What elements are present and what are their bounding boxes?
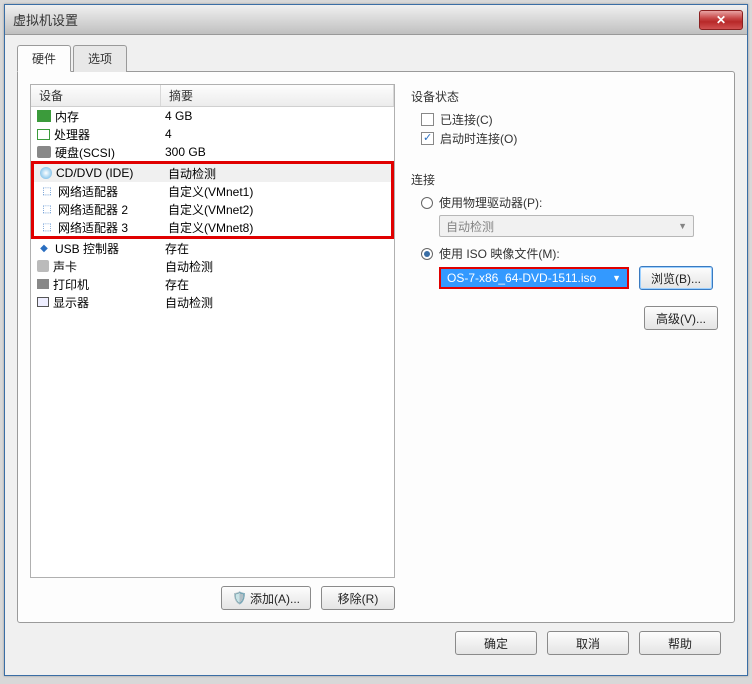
advanced-row: 高级(V)...	[411, 306, 718, 330]
device-name: 网络适配器 3	[58, 219, 128, 236]
connect-on-power-row[interactable]: 启动时连接(O)	[421, 130, 722, 147]
ic-net-icon: ⬚	[40, 221, 54, 233]
device-name: 打印机	[53, 276, 89, 293]
cancel-button[interactable]: 取消	[547, 631, 629, 655]
device-summary: 自动检测	[161, 258, 394, 275]
device-summary: 自定义(VMnet8)	[164, 219, 391, 236]
connect-on-power-label: 启动时连接(O)	[440, 130, 517, 147]
device-summary: 自动检测	[164, 165, 391, 182]
device-row[interactable]: ⬚ 网络适配器 3 自定义(VMnet8)	[34, 218, 391, 236]
physical-drive-value: 自动检测	[446, 218, 494, 235]
list-header: 设备 摘要	[31, 85, 394, 107]
tab-options[interactable]: 选项	[73, 45, 127, 72]
ic-mem-icon	[37, 110, 51, 122]
remove-button[interactable]: 移除(R)	[321, 586, 395, 610]
device-status-title: 设备状态	[411, 88, 722, 105]
close-button[interactable]: ✕	[699, 10, 743, 30]
device-summary: 存在	[161, 240, 394, 257]
ic-net-icon: ⬚	[40, 203, 54, 215]
device-name: 显示器	[53, 294, 89, 311]
device-name: USB 控制器	[55, 240, 119, 257]
title-bar[interactable]: 虚拟机设置 ✕	[5, 5, 747, 35]
vm-settings-window: 虚拟机设置 ✕ 硬件 选项 设备 摘要 内存 4 GB 处理器 4 硬盘(SCSI) 30…	[4, 4, 748, 676]
device-name: 硬盘(SCSI)	[55, 144, 115, 161]
use-iso-radio[interactable]	[421, 248, 433, 260]
rows-container: 内存 4 GB 处理器 4 硬盘(SCSI) 300 GB CD/DVD (IDE) 自动检测…	[31, 107, 394, 311]
device-summary: 自动检测	[161, 294, 394, 311]
advanced-button[interactable]: 高级(V)...	[644, 306, 718, 330]
device-row[interactable]: 处理器 4	[31, 125, 394, 143]
device-summary: 300 GB	[161, 145, 394, 159]
add-label: 添加(A)...	[250, 590, 300, 607]
use-physical-row[interactable]: 使用物理驱动器(P):	[421, 194, 722, 211]
iso-path-value: OS-7-x86_64-DVD-1511.iso	[447, 271, 596, 285]
tab-hardware[interactable]: 硬件	[17, 45, 71, 72]
highlighted-group: CD/DVD (IDE) 自动检测 ⬚ 网络适配器 自定义(VMnet1) ⬚ 网络适配器 …	[31, 161, 394, 239]
device-name: 网络适配器 2	[58, 201, 128, 218]
device-summary: 存在	[161, 276, 394, 293]
device-row[interactable]: ⬚ 网络适配器 2 自定义(VMnet2)	[34, 200, 391, 218]
ic-cd-icon	[40, 167, 52, 179]
ic-hdd-icon	[37, 146, 51, 158]
device-row[interactable]: 打印机 存在	[31, 275, 394, 293]
device-name: 网络适配器	[58, 183, 118, 200]
close-icon: ✕	[716, 13, 726, 27]
device-row[interactable]: 显示器 自动检测	[31, 293, 394, 311]
ok-button[interactable]: 确定	[455, 631, 537, 655]
ic-disp-icon	[37, 297, 49, 307]
right-column: 设备状态 已连接(C) 启动时连接(O) 连接 使用物理驱动器(P):	[407, 84, 722, 610]
device-row[interactable]: ⬚ 网络适配器 自定义(VMnet1)	[34, 182, 391, 200]
device-row[interactable]: 硬盘(SCSI) 300 GB	[31, 143, 394, 161]
use-physical-radio[interactable]	[421, 197, 433, 209]
iso-path-input[interactable]: OS-7-x86_64-DVD-1511.iso ▼	[439, 267, 629, 289]
ic-net-icon: ⬚	[40, 185, 54, 197]
ic-usb-icon: ◆	[37, 242, 51, 254]
physical-drive-combo: 自动检测 ▼	[439, 215, 694, 237]
connected-checkbox[interactable]	[421, 113, 434, 126]
device-summary: 4	[161, 127, 394, 141]
dialog-body: 硬件 选项 设备 摘要 内存 4 GB 处理器 4 硬盘(SCSI) 300 GB CD/D…	[5, 35, 747, 675]
device-name: CD/DVD (IDE)	[56, 166, 133, 180]
use-physical-label: 使用物理驱动器(P):	[439, 194, 542, 211]
tabstrip: 硬件 选项	[17, 45, 735, 72]
connection-title: 连接	[411, 171, 722, 188]
device-row[interactable]: 声卡 自动检测	[31, 257, 394, 275]
shield-icon: 🛡️	[232, 591, 246, 605]
footer-buttons: 确定 取消 帮助	[17, 623, 735, 665]
iso-row: OS-7-x86_64-DVD-1511.iso ▼ 浏览(B)...	[439, 266, 722, 290]
header-summary[interactable]: 摘要	[161, 85, 394, 106]
connected-label: 已连接(C)	[440, 111, 493, 128]
ic-snd-icon	[37, 260, 49, 272]
tab-panel: 设备 摘要 内存 4 GB 处理器 4 硬盘(SCSI) 300 GB CD/DVD (ID…	[17, 71, 735, 623]
browse-button[interactable]: 浏览(B)...	[639, 266, 713, 290]
device-row[interactable]: 内存 4 GB	[31, 107, 394, 125]
connected-row[interactable]: 已连接(C)	[421, 111, 722, 128]
help-button[interactable]: 帮助	[639, 631, 721, 655]
device-name: 处理器	[54, 126, 90, 143]
use-iso-row[interactable]: 使用 ISO 映像文件(M):	[421, 245, 722, 262]
device-summary: 4 GB	[161, 109, 394, 123]
device-name: 内存	[55, 108, 79, 125]
device-row[interactable]: CD/DVD (IDE) 自动检测	[34, 164, 391, 182]
use-iso-label: 使用 ISO 映像文件(M):	[439, 245, 560, 262]
device-summary: 自定义(VMnet1)	[164, 183, 391, 200]
device-buttons: 🛡️ 添加(A)... 移除(R)	[30, 586, 395, 610]
chevron-down-icon: ▼	[678, 221, 687, 231]
connect-on-power-checkbox[interactable]	[421, 132, 434, 145]
device-summary: 自定义(VMnet2)	[164, 201, 391, 218]
left-column: 设备 摘要 内存 4 GB 处理器 4 硬盘(SCSI) 300 GB CD/DVD (ID…	[30, 84, 395, 610]
content-area: 设备 摘要 内存 4 GB 处理器 4 硬盘(SCSI) 300 GB CD/DVD (ID…	[30, 84, 722, 610]
device-list[interactable]: 设备 摘要 内存 4 GB 处理器 4 硬盘(SCSI) 300 GB CD/DVD (ID…	[30, 84, 395, 578]
add-button[interactable]: 🛡️ 添加(A)...	[221, 586, 311, 610]
device-name: 声卡	[53, 258, 77, 275]
chevron-down-icon[interactable]: ▼	[612, 273, 621, 283]
window-title: 虚拟机设置	[13, 10, 699, 29]
header-device[interactable]: 设备	[31, 85, 161, 106]
device-row[interactable]: ◆ USB 控制器 存在	[31, 239, 394, 257]
ic-cpu-icon	[37, 129, 50, 140]
ic-prn-icon	[37, 279, 49, 289]
